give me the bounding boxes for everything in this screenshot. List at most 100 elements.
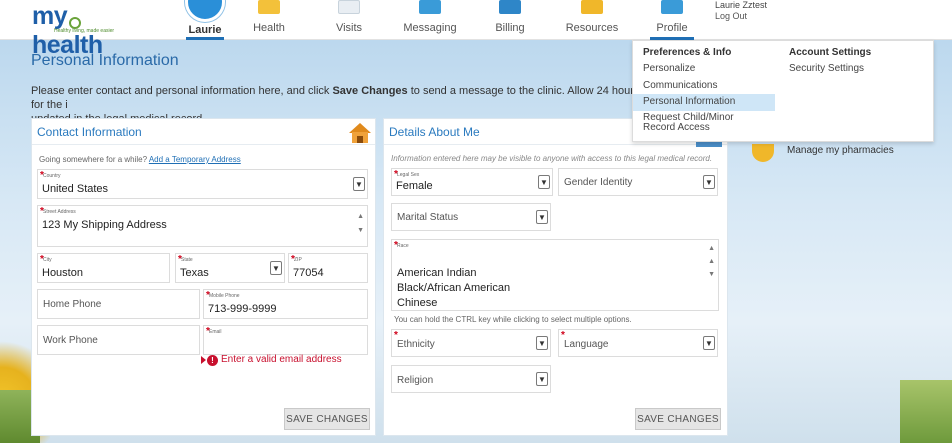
- chevron-down-icon: ▼: [270, 261, 282, 275]
- zip-value: 77054: [293, 267, 324, 279]
- chevron-down-icon: ▼: [536, 210, 548, 224]
- language-placeholder: Language: [564, 339, 609, 350]
- state-select[interactable]: * State Texas ▼: [175, 253, 285, 283]
- myhealth-logo[interactable]: my health Healthy living, made easier: [32, 2, 142, 59]
- textarea-scroll-icon[interactable]: ▲ ▼: [357, 210, 364, 238]
- zip-field[interactable]: * ZIP 77054: [288, 253, 368, 283]
- menu-item-personal-information[interactable]: Personal Information: [633, 94, 775, 111]
- contact-save-changes-button[interactable]: SAVE CHANGES: [284, 408, 370, 430]
- nav-tab-billing[interactable]: Billing: [485, 0, 535, 40]
- contact-information-panel: Contact Information Going somewhere for …: [31, 118, 376, 436]
- details-visibility-note: Information entered here may be visible …: [391, 154, 713, 163]
- details-about-me-panel: Details About Me Information entered her…: [383, 118, 728, 436]
- chevron-down-icon: ▼: [703, 175, 715, 189]
- chevron-down-icon: ▼: [703, 336, 715, 350]
- language-select[interactable]: * Language ▼: [558, 329, 718, 357]
- work-phone-placeholder: Work Phone: [43, 335, 98, 346]
- message-icon: [419, 0, 441, 14]
- intro-text-start: Please enter contact and personal inform…: [31, 85, 333, 97]
- manage-pharmacies-link[interactable]: Manage my pharmacies: [740, 138, 932, 168]
- profile-dropdown-menu: Preferences & Info Personalize Communica…: [632, 40, 934, 142]
- city-value: Houston: [42, 267, 83, 279]
- account-settings-column: Account Settings Security Settings: [779, 45, 929, 78]
- nav-tab-home-label: Laurie: [188, 24, 222, 36]
- religion-select[interactable]: Religion ▼: [391, 365, 551, 393]
- nav-tab-profile[interactable]: Profile: [642, 0, 702, 40]
- ethnicity-select[interactable]: * Ethnicity ▼: [391, 329, 551, 357]
- intro-save-changes: Save Changes: [332, 85, 408, 97]
- logout-link[interactable]: Log Out: [715, 11, 767, 22]
- nav-tab-visits[interactable]: Visits: [324, 0, 374, 40]
- listbox-scroll-icon[interactable]: ▲ ▲ ▼: [708, 242, 715, 281]
- state-label: State: [181, 257, 193, 263]
- city-field[interactable]: * City Houston: [37, 253, 170, 283]
- email-error-message: ! Enter a valid email address: [207, 354, 342, 366]
- add-temporary-address-link[interactable]: Add a Temporary Address: [149, 155, 241, 164]
- chevron-down-icon: ▼: [536, 336, 548, 350]
- preferences-heading: Preferences & Info: [643, 47, 732, 58]
- race-option[interactable]: Black/African American: [397, 281, 510, 296]
- logo-tagline: Healthy living, made easier: [54, 28, 115, 34]
- nav-tab-health[interactable]: Health: [244, 0, 294, 40]
- chevron-down-icon: ▼: [536, 372, 548, 386]
- contact-panel-header: Contact Information: [32, 119, 375, 145]
- contact-panel-title: Contact Information: [37, 125, 142, 139]
- temporary-address-question: Going somewhere for a while?: [39, 155, 148, 164]
- active-tab-indicator: [186, 37, 224, 40]
- religion-placeholder: Religion: [397, 375, 434, 386]
- country-select[interactable]: * Country United States ▼: [37, 169, 368, 199]
- race-label: Race: [397, 243, 409, 249]
- menu-item-security-settings[interactable]: Security Settings: [779, 61, 929, 78]
- preferences-column: Preferences & Info Personalize Communica…: [633, 45, 775, 137]
- temporary-address-note: Going somewhere for a while? Add a Tempo…: [39, 155, 241, 164]
- nav-tab-messaging-label: Messaging: [403, 22, 457, 34]
- email-field[interactable]: * Email: [203, 325, 368, 355]
- credit-card-icon: [499, 0, 521, 14]
- page-title: Personal Information: [31, 52, 179, 69]
- top-navigation-bar: my health Healthy living, made easier La…: [0, 0, 952, 59]
- details-save-changes-button[interactable]: SAVE CHANGES: [635, 408, 721, 430]
- chevron-down-icon: ▼: [353, 177, 365, 191]
- profile-card-icon: [661, 0, 683, 14]
- street-address-field[interactable]: * Street Address 123 My Shipping Address…: [37, 205, 368, 247]
- state-value: Texas: [180, 267, 209, 279]
- race-option[interactable]: Chinese: [397, 296, 510, 311]
- manage-pharmacies-label: Manage my pharmacies: [787, 145, 894, 156]
- mobile-phone-value: 713-999-9999: [208, 303, 277, 315]
- home-phone-field[interactable]: Home Phone: [37, 289, 200, 319]
- legal-sex-value: Female: [396, 180, 433, 192]
- house-icon: [349, 123, 371, 143]
- gender-identity-select[interactable]: Gender Identity ▼: [558, 168, 718, 196]
- user-avatar-icon: [185, 0, 225, 22]
- menu-item-communications[interactable]: Communications: [633, 78, 775, 95]
- nav-tab-resources[interactable]: Resources: [563, 0, 621, 40]
- email-error-text: Enter a valid email address: [221, 354, 342, 365]
- nav-tab-resources-label: Resources: [565, 22, 619, 34]
- nav-tab-health-label: Health: [253, 22, 285, 34]
- nav-tab-billing-label: Billing: [495, 22, 525, 34]
- menu-item-request-child-access[interactable]: Request Child/Minor Record Access: [633, 111, 775, 137]
- user-info: Laurie Zztest Log Out: [715, 0, 767, 22]
- user-name: Laurie Zztest: [715, 0, 768, 10]
- race-option[interactable]: American Indian: [397, 266, 510, 281]
- mobile-phone-field[interactable]: * Mobile Phone 713-999-9999: [203, 289, 368, 319]
- race-options-list: American Indian Black/African American C…: [397, 266, 510, 311]
- work-phone-field[interactable]: Work Phone: [37, 325, 200, 355]
- nav-tab-visits-label: Visits: [335, 22, 363, 34]
- zip-label: ZIP: [294, 257, 302, 263]
- menu-item-personalize[interactable]: Personalize: [633, 61, 775, 78]
- calendar-icon: [338, 0, 360, 14]
- nav-tab-messaging[interactable]: Messaging: [400, 0, 460, 40]
- mobile-phone-label: Mobile Phone: [209, 293, 240, 299]
- city-label: City: [43, 257, 52, 263]
- error-icon: !: [207, 355, 218, 366]
- race-multiselect[interactable]: * Race American Indian Black/African Ame…: [391, 239, 719, 311]
- account-settings-heading: Account Settings: [789, 47, 872, 58]
- country-label: Country: [43, 173, 61, 179]
- legal-sex-select[interactable]: * Legal Sex Female ▼: [391, 168, 553, 196]
- gender-identity-placeholder: Gender Identity: [564, 177, 633, 188]
- marital-status-select[interactable]: Marital Status ▼: [391, 203, 551, 231]
- street-address-value: 123 My Shipping Address: [42, 219, 167, 231]
- details-panel-title: Details About Me: [389, 125, 480, 139]
- nav-tab-home[interactable]: Laurie: [180, 0, 230, 40]
